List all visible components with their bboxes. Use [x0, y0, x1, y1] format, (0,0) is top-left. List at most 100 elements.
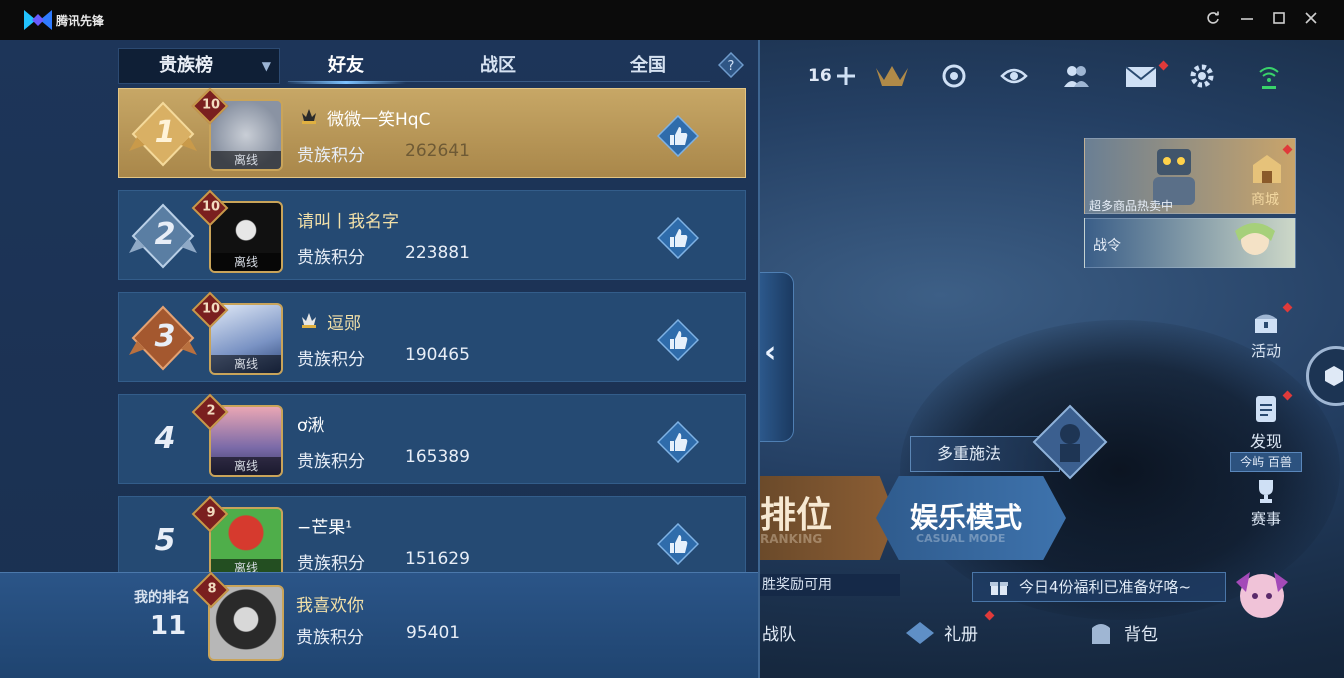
- eye-icon[interactable]: [1000, 62, 1028, 90]
- my-rank-row[interactable]: 我的排名 11 8 我喜欢你 贵族积分 95401: [0, 571, 758, 678]
- chevron-down-icon: ▼: [261, 59, 271, 73]
- hero-figure-icon: [1032, 404, 1108, 480]
- battle-pass-character-icon: [1235, 223, 1275, 255]
- mascot-avatar-icon[interactable]: [1222, 552, 1302, 632]
- leaderboard-type-dropdown[interactable]: 贵族榜 ▼: [118, 48, 280, 84]
- notebook-icon: [1256, 396, 1276, 422]
- my-score-value: 95401: [406, 623, 461, 643]
- activity-button[interactable]: 活动: [1236, 310, 1296, 361]
- battle-pass-label: 战令: [1093, 238, 1121, 254]
- offline-status: 离线: [211, 253, 281, 271]
- score-value: 165389: [405, 447, 470, 467]
- tab-friends[interactable]: 好友: [286, 48, 406, 84]
- player-name: 微微一笑HqC: [327, 110, 431, 130]
- discover-button[interactable]: 发现: [1236, 394, 1296, 452]
- close-button[interactable]: [1300, 10, 1322, 30]
- daily-notice-text: 今日4份福利已准备好咯~: [1019, 578, 1192, 596]
- add-icon[interactable]: [832, 62, 860, 90]
- settings-gear-icon[interactable]: [1188, 62, 1216, 90]
- rank-emblem-icon[interactable]: [872, 62, 912, 90]
- casual-sub: CASUAL MODE: [916, 532, 1006, 545]
- my-score-label: 贵族积分: [296, 628, 364, 648]
- battle-pass-card[interactable]: 战令: [1084, 218, 1296, 268]
- ranked-sub: RANKING: [760, 532, 823, 546]
- close-icon: [1305, 12, 1317, 24]
- refresh-icon: [1207, 11, 1219, 24]
- casual-label: 娱乐模式: [910, 501, 1023, 534]
- dropdown-label: 贵族榜: [159, 55, 213, 76]
- score-value: 262641: [405, 141, 470, 161]
- score-label: 贵族积分: [297, 350, 365, 370]
- casual-mode-button[interactable]: 娱乐模式 CASUAL MODE: [876, 476, 1066, 560]
- score-label: 贵族积分: [297, 452, 365, 472]
- treasure-chest-icon: [1255, 314, 1277, 333]
- thumbs-up-icon[interactable]: [657, 523, 699, 565]
- minimize-button[interactable]: [1236, 10, 1258, 30]
- player-name: 逗郧: [327, 314, 361, 334]
- team-nav-button[interactable]: 战队: [762, 620, 796, 645]
- svip-crown-icon: [302, 109, 316, 124]
- score-value: 223881: [405, 243, 470, 263]
- my-rank-label: 我的排名: [134, 590, 190, 606]
- thumbs-up-icon[interactable]: [657, 421, 699, 463]
- tab-active-underline: [286, 81, 406, 84]
- offline-status: 离线: [211, 457, 281, 475]
- reward-ticker[interactable]: 胜奖励可用: [760, 574, 900, 596]
- leaderboard-row-2[interactable]: 2 离线 10 请叫丨我名字 贵族积分 223881: [118, 189, 746, 280]
- score-label: 贵族积分: [297, 248, 365, 268]
- player-name: −芒果¹: [297, 518, 353, 538]
- chevron-left-icon: ‹: [764, 335, 777, 370]
- backpack-nav-button[interactable]: 背包: [1124, 620, 1158, 645]
- app-window: 腾讯先锋 16 超多商品热卖中 商城 战令 活动 发现 今屿 百兽 赛事 多重施…: [0, 0, 1344, 678]
- hexagon-icon: [1325, 366, 1343, 386]
- help-icon[interactable]: ?: [718, 52, 744, 78]
- discover-label: 发现: [1249, 432, 1282, 451]
- offline-status: 离线: [211, 355, 281, 373]
- leaderboard-row-4[interactable]: 4 离线 2 ơ湫 贵族积分 165389: [118, 393, 746, 484]
- score-value: 190465: [405, 345, 470, 365]
- gift-book-nav-button[interactable]: 礼册: [944, 620, 978, 645]
- svip-crown-icon: [302, 313, 316, 328]
- rank-number: 1: [154, 115, 176, 150]
- discover-tag[interactable]: 今屿 百兽: [1230, 452, 1302, 472]
- wifi-signal-icon: [1259, 67, 1279, 89]
- friends-icon[interactable]: [1062, 62, 1090, 90]
- tab-national[interactable]: 全国: [588, 48, 708, 84]
- collapse-panel-button[interactable]: ‹: [758, 272, 794, 442]
- ranked-label: 排位: [760, 495, 833, 536]
- leaderboard-tabs: 贵族榜 ▼ 好友 战区 全国 ?: [118, 48, 750, 86]
- activity-label: 活动: [1250, 342, 1281, 360]
- refresh-button[interactable]: [1202, 10, 1224, 30]
- leaderboard-panel: 贵族榜 ▼ 好友 战区 全国 ? 1 离线 10 微微一笑HqC 贵族积分 26…: [0, 40, 760, 678]
- backpack-icon: [1092, 624, 1110, 644]
- thumbs-up-icon[interactable]: [657, 115, 699, 157]
- svg-text:?: ?: [728, 59, 735, 74]
- shop-label: 商城: [1251, 192, 1279, 208]
- game-screen: 16 超多商品热卖中 商城 战令 活动 发现 今屿 百兽 赛事 多重施法 排位 …: [0, 40, 1344, 678]
- thumbs-up-icon[interactable]: [657, 319, 699, 361]
- leaderboard-row-3[interactable]: 3 离线 10 逗郧 贵族积分 190465: [118, 291, 746, 382]
- score-value: 151629: [405, 549, 470, 569]
- ranked-mode-button[interactable]: 排位 RANKING: [760, 476, 896, 560]
- leaderboard-row-1[interactable]: 1 离线 10 微微一笑HqC 贵族积分 262641: [118, 87, 746, 178]
- shop-card[interactable]: 超多商品热卖中 商城: [1084, 138, 1296, 214]
- score-label: 贵族积分: [297, 554, 365, 574]
- thumbs-up-icon[interactable]: [657, 217, 699, 259]
- top-resource-bar: 16: [760, 56, 1340, 96]
- events-button[interactable]: 赛事: [1236, 478, 1296, 529]
- target-icon[interactable]: [940, 62, 968, 90]
- score-label: 贵族积分: [297, 146, 365, 166]
- app-name: 腾讯先锋: [56, 14, 105, 28]
- gift-book-icon: [906, 622, 934, 644]
- daily-notice[interactable]: 今日4份福利已准备好咯~: [972, 572, 1226, 602]
- rank-number: 5: [154, 523, 176, 558]
- app-logo-icon: [24, 10, 52, 30]
- trophy-icon: [1259, 480, 1273, 503]
- rank-number: 2: [154, 217, 176, 252]
- mail-icon[interactable]: [1124, 62, 1158, 90]
- player-name: 请叫丨我名字: [297, 212, 399, 232]
- my-player-name: 我喜欢你: [296, 596, 364, 616]
- rank-number: 4: [154, 421, 176, 456]
- maximize-button[interactable]: [1268, 10, 1290, 30]
- tab-region[interactable]: 战区: [438, 48, 558, 84]
